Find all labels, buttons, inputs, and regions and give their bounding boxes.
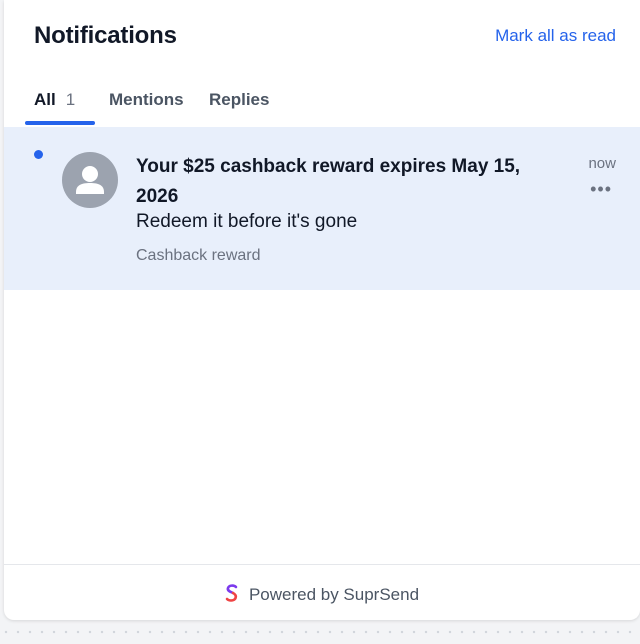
tab-mentions-label: Mentions <box>109 90 184 109</box>
suprsend-logo-icon <box>225 584 239 607</box>
powered-by-link[interactable]: Powered by SuprSend <box>4 584 640 607</box>
tab-replies[interactable]: Replies <box>209 90 269 110</box>
notifications-panel: Notifications Mark all as read All 1 Ment… <box>4 0 640 620</box>
page-title: Notifications <box>34 22 177 49</box>
notification-title: Your $25 cashback reward expires May 15,… <box>136 156 521 207</box>
tab-mentions[interactable]: Mentions <box>109 90 184 110</box>
background-dots <box>0 630 640 634</box>
notification-body: Redeem it before it's gone <box>136 211 358 232</box>
unread-dot <box>34 150 43 159</box>
notification-item[interactable]: Your $25 cashback reward expires May 15,… <box>4 127 640 290</box>
active-tab-indicator <box>25 121 95 125</box>
mark-all-read-button[interactable]: Mark all as read <box>495 26 616 46</box>
tab-all-label: All <box>34 90 56 109</box>
tab-bar: All 1 Mentions Replies <box>4 75 640 127</box>
tab-all[interactable]: All 1 <box>34 90 75 110</box>
tab-replies-label: Replies <box>209 90 270 109</box>
panel-footer: Powered by SuprSend <box>4 564 640 620</box>
notification-time: now <box>588 155 616 172</box>
panel-header: Notifications Mark all as read <box>4 0 640 75</box>
tab-all-count: 1 <box>65 90 76 109</box>
powered-by-text: Powered by SuprSend <box>248 585 420 604</box>
user-avatar-icon <box>62 152 118 208</box>
notification-subtext: Cashback reward <box>136 247 261 264</box>
more-options-icon[interactable]: ••• <box>590 179 612 200</box>
